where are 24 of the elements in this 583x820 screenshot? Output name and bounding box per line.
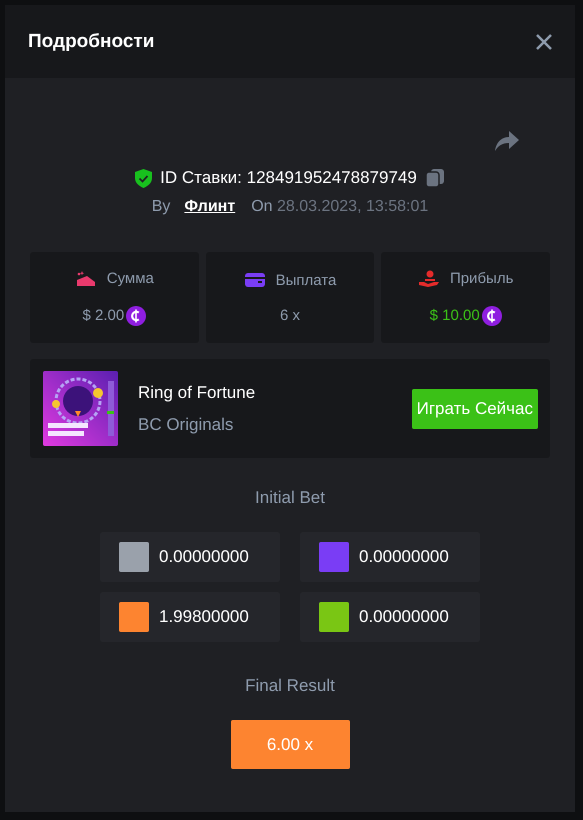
stat-value: $ 2.00 <box>82 307 124 324</box>
game-name: Ring of Fortune <box>138 382 256 402</box>
chip-value: 0.00000000 <box>159 547 249 567</box>
stat-label: Сумма <box>106 270 154 287</box>
modal-title: Подробности <box>28 30 154 52</box>
user-link[interactable]: Флинт <box>184 198 236 216</box>
by-label: By <box>152 198 170 216</box>
wallet-icon <box>244 271 266 289</box>
result-value: 6.00 x <box>230 720 350 769</box>
chip-value: 0.00000000 <box>359 607 449 627</box>
stat-value: $ 10.00 <box>430 307 480 324</box>
copy-button[interactable] <box>424 168 445 188</box>
date-text: On 28.03.2023, 13:58:01 <box>251 198 428 216</box>
game-provider: BC Originals <box>138 414 234 434</box>
bet-id: ID Ставки: 128491952478879749 <box>160 168 417 188</box>
chip-value: 1.99800000 <box>159 607 249 627</box>
section-title: Initial Bet <box>255 488 325 508</box>
stat-label: Выплата <box>276 272 336 288</box>
chip-value: 0.00000000 <box>359 547 449 567</box>
section-title: Final Result <box>245 676 335 696</box>
stat-label: Прибыль <box>450 270 514 287</box>
close-button[interactable] <box>535 32 553 50</box>
hand-person-icon <box>418 270 440 288</box>
stat-value: 6 x <box>280 307 300 324</box>
